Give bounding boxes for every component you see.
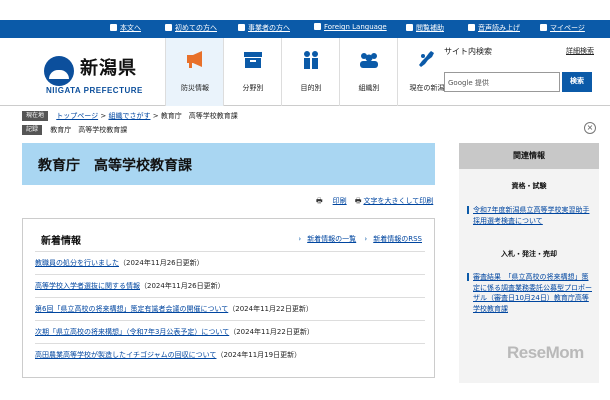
news-links: › 新着情報の一覧 › 新着情報のRSS — [298, 234, 422, 244]
list-item: 第6回「県立高校の将来構想」策定有識者会議の開催について（2024年11月22日… — [35, 297, 425, 320]
news-heading: 新着情報 — [41, 236, 81, 247]
map-icon — [419, 51, 434, 67]
down-arrow-icon — [110, 24, 117, 31]
site-logo[interactable]: 新潟県 NIIGATA PREFECTURE — [44, 52, 154, 96]
records-text: 教育庁 高等学校教育課 — [50, 126, 128, 134]
close-icon[interactable]: × — [584, 122, 596, 134]
printer-large-icon: 🖶 — [354, 197, 362, 205]
news-item-date: （2024年11月22日更新） — [229, 328, 314, 336]
mypage-icon — [540, 24, 547, 31]
people-icon — [304, 51, 318, 69]
news-item-link[interactable]: 第6回「県立高校の将来構想」策定有識者会議の開催について — [35, 305, 228, 313]
chevron-right-icon: › — [298, 235, 302, 243]
news-item-date: （2024年11月19日更新） — [216, 351, 302, 359]
list-item: 教職員の処分を行いました（2024年11月26日更新） — [35, 251, 425, 274]
news-list-link[interactable]: 新着情報の一覧 — [307, 235, 356, 243]
news-rss-link[interactable]: 新着情報のRSS — [373, 235, 422, 243]
mypage-link[interactable]: マイページ — [540, 23, 585, 33]
news-item-link[interactable]: 高田農業高等学校が製造したイチゴジャムの回収について — [35, 351, 216, 359]
globe-icon — [314, 23, 321, 30]
site-header: 新潟県 NIIGATA PREFECTURE 防災情報 分野別 目的別 組織別 … — [0, 38, 610, 106]
sidebar-heading: 関連情報 — [459, 143, 599, 169]
printer-icon: 🖶 — [316, 197, 323, 205]
breadcrumb-current: 教育庁 高等学校教育課 — [160, 112, 238, 120]
sidebar-link[interactable]: 令和7年度新潟県立高等学校実習助手採用選考検査について — [467, 205, 595, 226]
business-link[interactable]: 事業者の方へ — [238, 23, 290, 33]
search-button[interactable]: 検索 — [562, 72, 592, 92]
print-link[interactable]: 印刷 — [333, 197, 347, 205]
page-title: 教育庁 高等学校教育課 — [38, 158, 192, 174]
chevron-right-icon: › — [364, 235, 368, 243]
person-icon — [238, 24, 245, 31]
news-item-link[interactable]: 次期「県立高校の将来構想」（令和7年3月公表予定）について — [35, 328, 229, 336]
logo-text: 新潟県 — [80, 58, 137, 79]
breadcrumb: 現在地 トップページ > 組織でさがす > 教育庁 高等学校教育課 記録 教育庁… — [22, 109, 582, 137]
list-item: 次期「県立高校の将来構想」（令和7年3月公表予定）について（2024年11月22… — [35, 320, 425, 343]
megaphone-icon — [187, 51, 202, 68]
group-icon — [360, 53, 378, 68]
news-section: 新着情報 › 新着情報の一覧 › 新着情報のRSS 教職員の処分を行いました（202… — [22, 218, 435, 378]
page-title-bar: 教育庁 高等学校教育課 — [22, 143, 435, 185]
skip-to-content-link[interactable]: 本文へ — [110, 23, 141, 33]
accessibility-icon — [406, 24, 413, 31]
box-icon — [244, 52, 262, 68]
nav-disaster-info[interactable]: 防災情報 — [165, 38, 223, 106]
info-icon — [165, 24, 172, 31]
search-title: サイト内検索 — [444, 47, 492, 56]
breadcrumb-top[interactable]: トップページ — [56, 112, 98, 120]
advanced-search-link[interactable]: 詳細検索 — [566, 46, 594, 56]
news-item-date: （2024年11月26日更新） — [119, 259, 204, 267]
news-item-link[interactable]: 高等学校入学者選抜に関する情報 — [35, 282, 140, 290]
news-list: 教職員の処分を行いました（2024年11月26日更新） 高等学校入学者選抜に関す… — [35, 251, 425, 366]
sidebar-link[interactable]: 審査結果 「県立高校の将来構想」策定に係る調査業務委託公募型プロポーザル（審査日… — [467, 272, 595, 314]
news-item-link[interactable]: 教職員の処分を行いました — [35, 259, 119, 267]
print-tools: 🖶 印刷 🖶 文字を大きくして印刷 — [316, 196, 433, 208]
records-tag: 記録 — [22, 125, 43, 135]
foreign-language-link[interactable]: Foreign Language — [314, 23, 387, 31]
site-search: サイト内検索 詳細検索 Google 提供 検索 — [440, 38, 600, 106]
utility-bar: 本文へ 初めての方へ 事業者の方へ Foreign Language 閲覧補助 … — [0, 20, 610, 38]
read-aloud-link[interactable]: 音声読み上げ — [468, 23, 520, 33]
news-item-date: （2024年11月26日更新） — [140, 282, 225, 290]
nav-by-purpose[interactable]: 目的別 — [281, 38, 339, 106]
logo-english-text: NIIGATA PREFECTURE — [46, 86, 143, 95]
list-item: 高等学校入学者選抜に関する情報（2024年11月26日更新） — [35, 274, 425, 297]
watermark-logo: ReseMom — [507, 343, 584, 362]
prefecture-emblem-icon — [44, 56, 74, 86]
print-large-link[interactable]: 文字を大きくして印刷 — [363, 197, 433, 205]
list-item: 高田農業高等学校が製造したイチゴジャムの回収について（2024年11月19日更新… — [35, 343, 425, 366]
current-location-tag: 現在地 — [22, 111, 49, 121]
search-input[interactable]: Google 提供 — [444, 72, 560, 92]
sidebar-section-title: 入札・発注・売却 — [501, 250, 557, 258]
nav-by-organization[interactable]: 組織別 — [339, 38, 397, 106]
nav-by-field[interactable]: 分野別 — [223, 38, 281, 106]
breadcrumb-organization[interactable]: 組織でさがす — [108, 112, 150, 120]
news-item-date: （2024年11月22日更新） — [228, 305, 313, 313]
first-visit-link[interactable]: 初めての方へ — [165, 23, 217, 33]
speaker-icon — [468, 24, 475, 31]
accessibility-link[interactable]: 閲覧補助 — [406, 23, 444, 33]
sidebar-section-title: 資格・試験 — [511, 182, 547, 190]
